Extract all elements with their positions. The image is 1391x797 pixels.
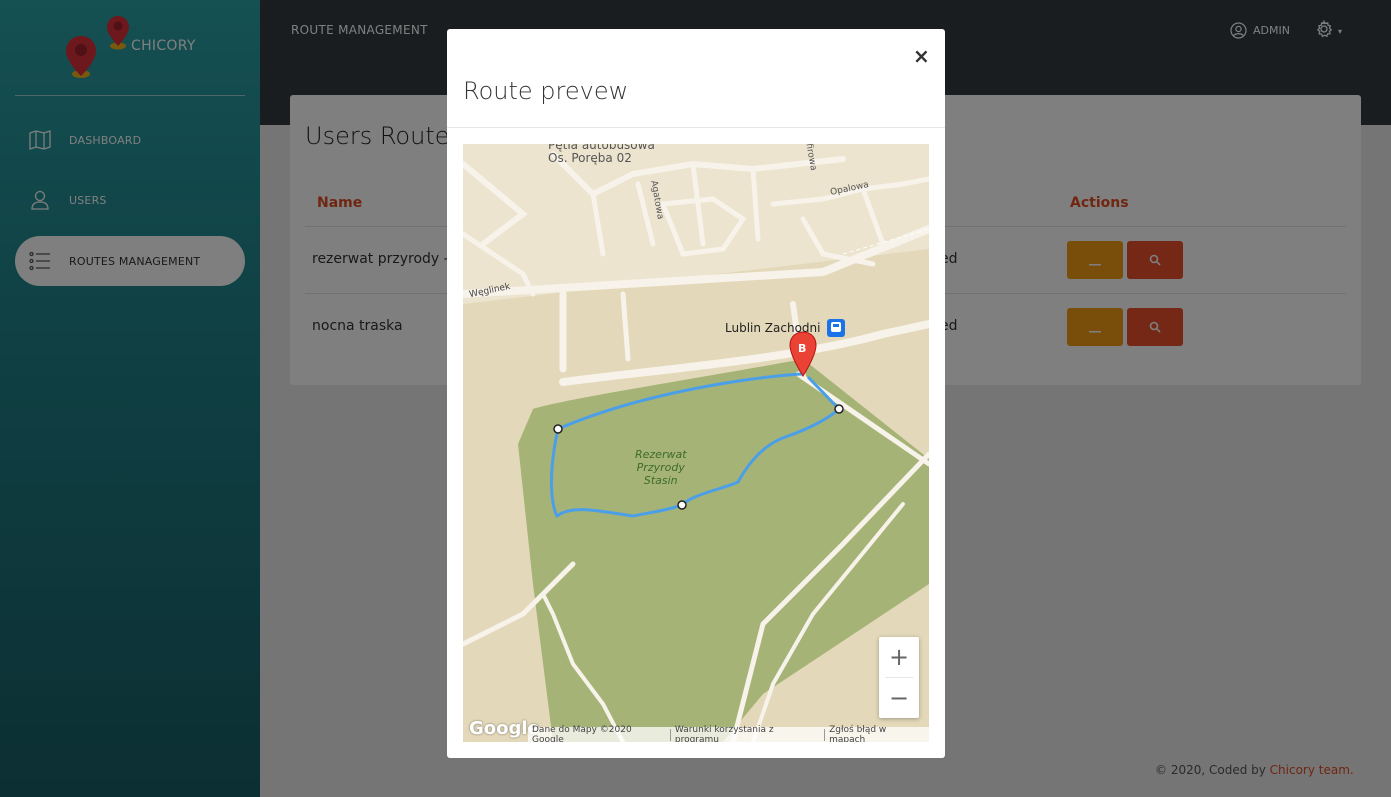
attribution-terms[interactable]: Warunki korzystania z programu [671, 725, 824, 743]
zoom-control: + − [879, 637, 919, 718]
map-label-bus-stop: Pętla autobusowa Os. Poręba 02 [548, 144, 655, 165]
route-waypoint[interactable] [677, 500, 687, 510]
map-label-station: Lublin Zachodni [725, 321, 821, 335]
route-map[interactable]: Pętla autobusowa Os. Poręba 02 Agatowa f… [463, 144, 929, 742]
modal-divider [447, 127, 945, 128]
map-label-reserve: Rezerwat Przyrody Stasin [635, 448, 687, 487]
zoom-in-button[interactable]: + [879, 637, 919, 677]
attribution-report[interactable]: Zgłoś błąd w mapach [825, 725, 929, 743]
modal-title: Route prevew [463, 77, 629, 105]
attribution-data[interactable]: Dane do Mapy ©2020 Google [528, 725, 670, 743]
zoom-out-button[interactable]: − [879, 678, 919, 718]
map-canvas [463, 144, 929, 742]
route-waypoint[interactable] [553, 424, 563, 434]
close-icon[interactable]: × [913, 46, 930, 66]
route-waypoint[interactable] [834, 404, 844, 414]
map-attribution: Dane do Mapy ©2020 Google Warunki korzys… [528, 725, 929, 743]
marker-label: B [798, 342, 807, 355]
route-preview-modal: × Route prevew Pętla autobusowa Os. Porę… [447, 29, 945, 758]
